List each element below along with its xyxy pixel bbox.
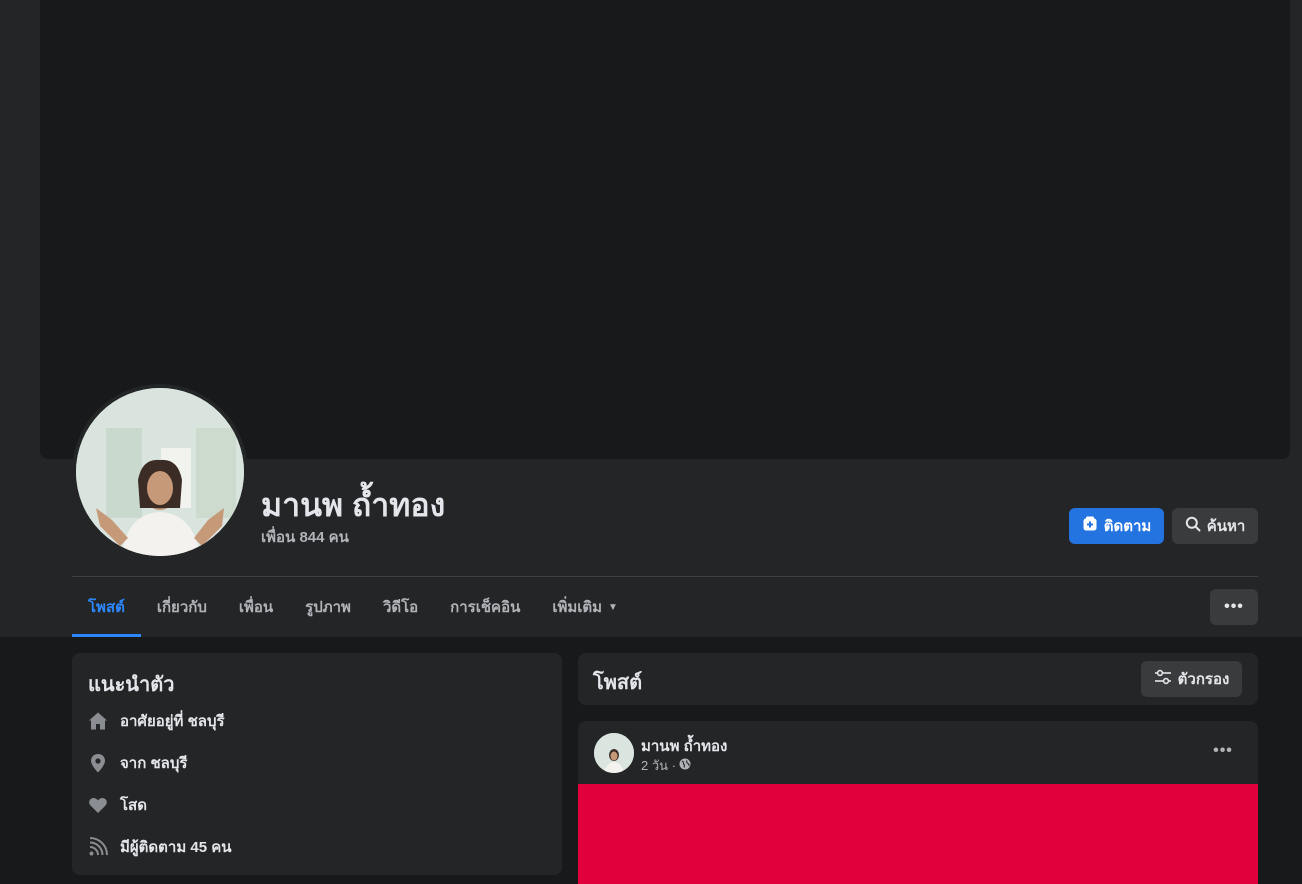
intro-item-text: อาศัยอยู่ที่ ชลบุรี bbox=[120, 713, 225, 730]
search-button[interactable]: ค้นหา bbox=[1172, 508, 1258, 544]
profile-tabs: โพสต์ เกี่ยวกับ เพื่อน รูปภาพ วิดีโอ การ… bbox=[72, 577, 634, 637]
filter-label: ตัวกรอง bbox=[1177, 671, 1230, 688]
tab-label: เพิ่มเติม bbox=[552, 599, 603, 616]
search-icon bbox=[1185, 516, 1201, 536]
avatar bbox=[76, 388, 244, 556]
heart-icon bbox=[88, 795, 108, 815]
intro-followers[interactable]: มีผู้ติดตาม 45 คน bbox=[88, 835, 232, 859]
intro-item-text: โสด bbox=[120, 797, 147, 814]
tab-label: เกี่ยวกับ bbox=[156, 599, 207, 616]
rss-feed-icon bbox=[88, 837, 108, 857]
tab-posts[interactable]: โพสต์ bbox=[72, 577, 141, 637]
intro-relationship: โสด bbox=[88, 793, 147, 817]
follow-button[interactable]: ติดตาม bbox=[1069, 508, 1164, 544]
intro-item-text: มีผู้ติดตาม 45 คน bbox=[120, 839, 232, 856]
location-pin-icon bbox=[88, 753, 108, 773]
post-author-avatar[interactable] bbox=[594, 733, 634, 773]
post-card: มานพ ถ้ำทอง 2 วัน · ••• bbox=[578, 721, 1258, 884]
tab-label: การเช็คอิน bbox=[450, 599, 521, 616]
follow-label: ติดตาม bbox=[1103, 518, 1152, 535]
filter-button[interactable]: ตัวกรอง bbox=[1141, 661, 1242, 697]
tab-about[interactable]: เกี่ยวกับ bbox=[141, 577, 223, 637]
posts-title: โพสต์ bbox=[593, 672, 643, 694]
intro-from: จาก ชลบุรี bbox=[88, 751, 187, 775]
profile-name: มานพ ถ้ำทอง bbox=[261, 487, 446, 523]
avatar-photo bbox=[76, 388, 244, 556]
post-options-button[interactable]: ••• bbox=[1208, 739, 1238, 763]
tab-checkins[interactable]: การเช็คอิน bbox=[434, 577, 536, 637]
post-media[interactable] bbox=[578, 784, 1258, 884]
filter-sliders-icon bbox=[1154, 669, 1172, 689]
tab-label: โพสต์ bbox=[88, 599, 125, 616]
avatar-photo bbox=[594, 733, 634, 773]
intro-card: แนะนำตัว อาศัยอยู่ที่ ชลบุรี จาก ชลบุรี … bbox=[72, 653, 562, 875]
posts-header-card: โพสต์ ตัวกรอง bbox=[578, 653, 1258, 705]
home-icon bbox=[88, 711, 108, 731]
more-options-button[interactable]: ••• bbox=[1210, 589, 1258, 625]
caret-down-icon: ▼ bbox=[608, 601, 618, 613]
search-label: ค้นหา bbox=[1206, 518, 1246, 535]
tab-label: วิดีโอ bbox=[382, 599, 419, 616]
tab-friends[interactable]: เพื่อน bbox=[223, 577, 289, 637]
tab-label: เพื่อน bbox=[238, 599, 274, 616]
tab-videos[interactable]: วิดีโอ bbox=[367, 577, 434, 637]
tab-more[interactable]: เพิ่มเติม ▼ bbox=[536, 577, 634, 637]
intro-lives-in: อาศัยอยู่ที่ ชลบุรี bbox=[88, 709, 225, 733]
post-time[interactable]: 2 วัน · bbox=[641, 755, 676, 776]
friend-count[interactable]: เพื่อน 844 คน bbox=[261, 525, 349, 549]
post-meta: 2 วัน · bbox=[641, 755, 691, 776]
profile-picture[interactable] bbox=[72, 384, 248, 560]
globe-icon bbox=[679, 758, 691, 773]
intro-title: แนะนำตัว bbox=[88, 674, 175, 696]
follow-icon bbox=[1082, 516, 1098, 536]
tab-photos[interactable]: รูปภาพ bbox=[289, 577, 367, 637]
tab-label: รูปภาพ bbox=[305, 599, 351, 616]
intro-item-text: จาก ชลบุรี bbox=[120, 755, 188, 772]
